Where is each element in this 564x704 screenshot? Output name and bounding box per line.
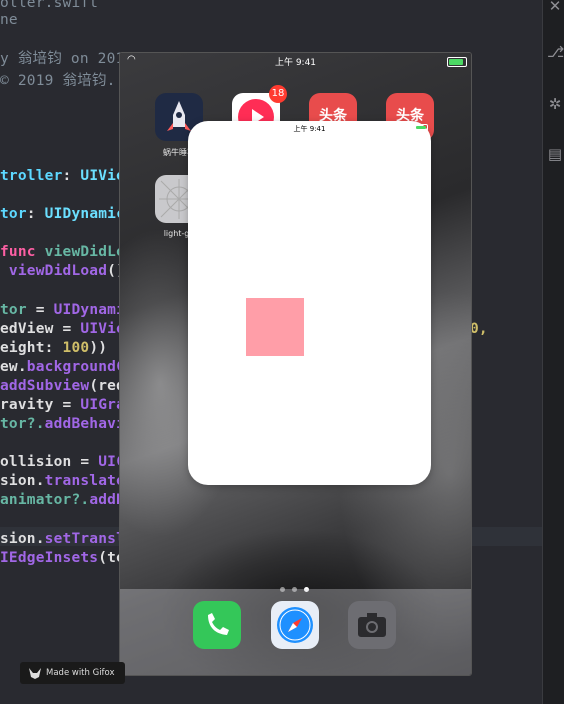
code-token: ravity <box>0 397 54 413</box>
code-token: eight <box>0 340 45 356</box>
notification-badge: 18 <box>269 85 287 103</box>
code-token: tor?. <box>0 416 45 432</box>
status-bar: ◠ 上午 9:41 <box>120 53 471 69</box>
inspector-strip: ✕ ⎇ ✲ ▤ <box>542 0 564 704</box>
code-line: func viewDidLoa <box>0 243 134 262</box>
code-line: tor: UIDynamicA <box>0 205 134 224</box>
dock <box>120 589 471 675</box>
code-token: IEdgeInsets <box>0 550 99 566</box>
code-line: ne <box>0 11 18 30</box>
code-line: sion.translates <box>0 472 134 491</box>
code-line: animator?.addBe <box>0 491 134 510</box>
code-line: ew.backgroundCo <box>0 358 134 377</box>
code-line: ravity = UIGrav <box>0 396 134 415</box>
code-token: sion. <box>0 531 45 547</box>
branch-icon[interactable]: ⎇ <box>547 44 564 60</box>
code-token: = <box>53 397 81 413</box>
code-line: y 翁培钧 on 2019 <box>0 50 133 69</box>
gifox-label: Made with Gifox <box>46 668 115 678</box>
code-token: : <box>62 168 81 184</box>
code-token: animator?. <box>0 492 90 508</box>
code-token: addSubview <box>0 378 90 394</box>
code-token: ollision <box>0 454 72 470</box>
simulator-window[interactable]: ◠ 上午 9:41 蜗牛睡不 18 头条 头条 light-ga 上午 9:41 <box>119 52 472 676</box>
code-token: backgroundCo <box>26 359 134 375</box>
code-line: viewDidLoad() <box>0 262 125 281</box>
code-token: func <box>0 244 45 260</box>
code-line: ollision = UICo <box>0 453 134 472</box>
bug-icon[interactable]: ✲ <box>547 96 563 112</box>
code-token: troller <box>0 168 63 184</box>
code-overflow-text: 0, <box>470 321 488 337</box>
safari-icon[interactable] <box>271 601 319 649</box>
gifox-watermark: Made with Gifox <box>20 662 125 684</box>
status-time: 上午 9:41 <box>274 58 317 68</box>
battery-icon <box>447 57 467 67</box>
code-line: edView = UIView <box>0 320 134 339</box>
modal-status-time: 上午 9:41 <box>293 125 326 133</box>
code-token: )) <box>89 340 108 356</box>
code-line: troller: UIView <box>0 167 134 186</box>
close-icon[interactable]: ✕ <box>547 0 563 14</box>
code-token: ew. <box>0 359 27 375</box>
phone-icon[interactable] <box>193 601 241 649</box>
code-token: = <box>71 454 99 470</box>
fox-icon <box>29 668 41 679</box>
code-line: addSubview(redV <box>0 377 134 396</box>
code-token: edView <box>0 321 54 337</box>
code-token: sion. <box>0 473 45 489</box>
code-line: eight: 100)) <box>0 339 107 358</box>
red-view[interactable] <box>246 298 304 356</box>
camera-icon[interactable] <box>348 601 396 649</box>
code-token: viewDidLoad <box>0 263 108 279</box>
code-token: : <box>26 206 45 222</box>
code-token: oller.swift <box>0 0 99 11</box>
code-line: tor = UIDynamic <box>0 301 134 320</box>
battery-icon <box>414 124 428 131</box>
code-line: IEdgeInsets(top <box>0 549 134 568</box>
code-token: 100 <box>62 340 90 356</box>
code-token: © 2019 翁培钧. <box>0 73 116 89</box>
panel-icon[interactable]: ▤ <box>547 146 563 162</box>
code-token: tor <box>0 302 27 318</box>
code-token: = <box>26 302 54 318</box>
code-token: : <box>44 340 63 356</box>
code-line: tor?.addBehavio <box>0 415 134 434</box>
code-token: = <box>53 321 81 337</box>
code-token: y 翁培钧 on 2019 <box>0 51 134 67</box>
code-line: © 2019 翁培钧. <box>0 72 116 91</box>
code-token: ne <box>0 12 18 28</box>
code-line: sion.setTransla <box>0 530 134 549</box>
modal-sheet[interactable]: 上午 9:41 <box>188 121 431 485</box>
code-token: tor <box>0 206 27 222</box>
